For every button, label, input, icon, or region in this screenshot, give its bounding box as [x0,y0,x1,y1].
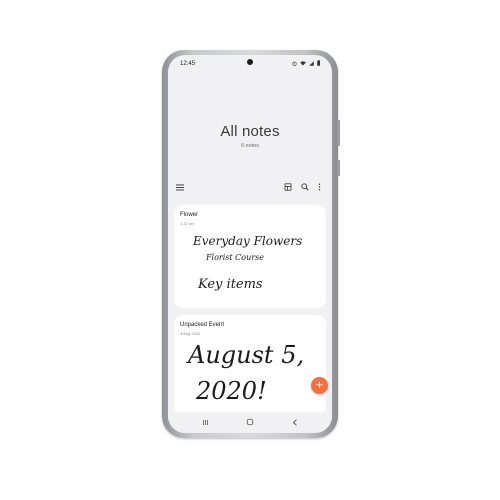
wifi-icon [299,60,306,66]
search-icon [301,183,309,191]
back-icon [292,418,297,426]
add-note-button[interactable]: + [311,377,328,394]
status-bar: 12:45 [168,55,332,73]
note-count: 6 notes [240,143,260,149]
home-button[interactable] [245,417,255,427]
power-button [337,160,340,176]
front-camera [247,59,253,65]
back-button[interactable] [290,417,300,427]
note-title: Flower [180,212,199,218]
note-card-unpacked-event[interactable]: Unpacked Event 3 Aug 2020 August 5, 2020… [174,315,326,415]
recent-apps-icon [202,419,208,425]
note-handwriting-line: August 5, [188,341,305,369]
note-handwriting-line: Florist Course [206,253,264,262]
view-mode-button[interactable] [282,181,294,193]
search-button[interactable] [299,181,311,193]
phone-screen: 12:45 All notes 6 notes Flower 1:47 pm E… [168,55,332,433]
signal-icon [308,60,314,66]
note-date: 1:47 pm [180,221,195,226]
note-handwriting-line: Everyday Flowers [193,234,303,248]
status-icons [291,60,321,66]
more-options-button[interactable] [313,181,325,193]
menu-button[interactable] [174,181,186,193]
note-date: 3 Aug 2020 [180,331,201,336]
alarm-icon [291,61,297,66]
note-title: Unpacked Event [180,322,225,328]
note-card-flower[interactable]: Flower 1:47 pm Everyday Flowers Florist … [174,205,326,308]
toolbar [168,181,332,193]
recent-apps-button[interactable] [200,417,210,427]
more-options-icon [318,183,320,191]
battery-icon [316,60,321,66]
page-title: All notes [220,123,280,140]
note-handwriting-line: 2020! [196,377,267,405]
status-time: 12:45 [180,61,196,67]
home-icon [246,418,254,426]
phone-device: 12:45 All notes 6 notes Flower 1:47 pm E… [162,50,340,438]
volume-button [337,120,340,146]
navigation-bar [168,412,332,433]
menu-icon [176,184,184,190]
notes-view-icon [284,183,292,191]
product-render: 12:45 All notes 6 notes Flower 1:47 pm E… [0,0,500,500]
note-handwriting-line: Key items [198,277,263,292]
